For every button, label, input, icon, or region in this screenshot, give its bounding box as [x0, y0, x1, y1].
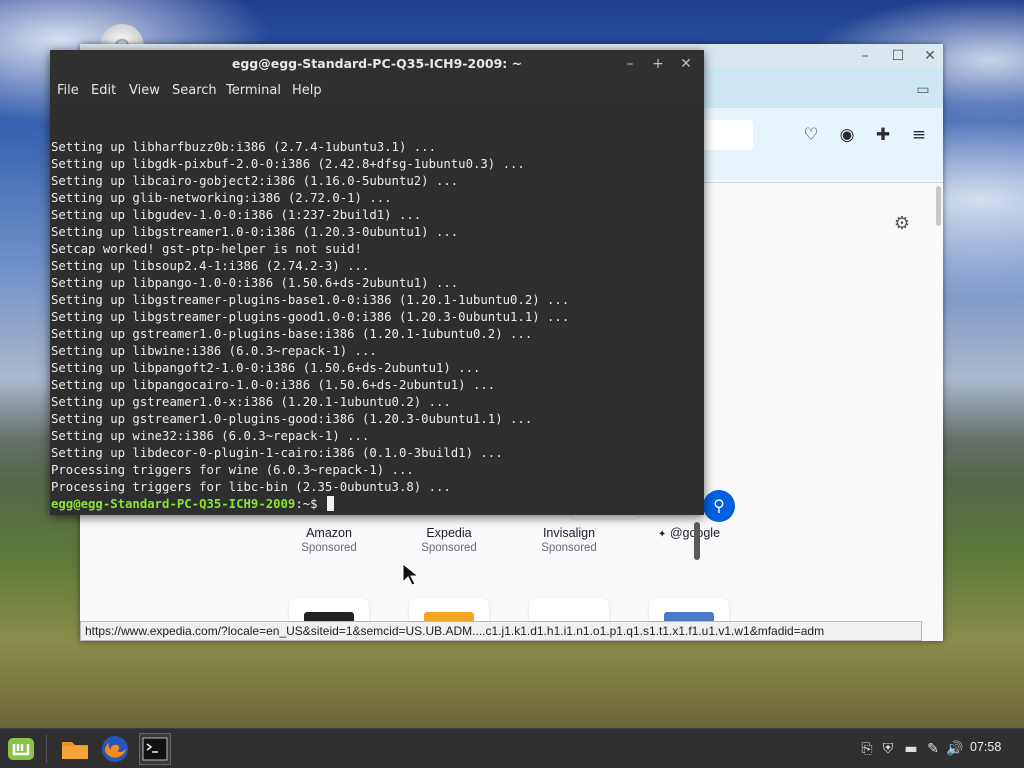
menu-search[interactable]: Search	[172, 83, 217, 98]
menu-edit[interactable]: Edit	[91, 83, 116, 98]
terminal-scrollbar[interactable]	[694, 522, 700, 560]
terminal-maximize-icon[interactable]: +	[648, 54, 668, 74]
terminal-line: Setting up gstreamer1.0-x:i386 (1.20.1-1…	[51, 395, 451, 409]
terminal-output: Setting up libharfbuzz0b:i386 (2.7.4-1ub…	[51, 105, 569, 547]
terminal-line: Setting up libgstreamer1.0-0:i386 (1.20.…	[51, 225, 459, 239]
terminal-line: Setting up libpangoft2-1.0-0:i386 (1.50.…	[51, 361, 481, 375]
browser-close-icon[interactable]: ✕	[920, 46, 940, 66]
terminal-title[interactable]: egg@egg-Standard-PC-Q35-ICH9-2009: ~	[50, 50, 704, 78]
shield-icon[interactable]: ⛨	[879, 740, 897, 758]
terminal-line: Setting up libdecor-0-plugin-1-cairo:i38…	[51, 446, 503, 460]
menu-hamburger-icon[interactable]: ≡	[908, 124, 930, 146]
pen-icon[interactable]: ✎	[924, 740, 942, 758]
mouse-pointer-icon	[402, 563, 420, 586]
terminal-line: Setting up libharfbuzz0b:i386 (2.7.4-1ub…	[51, 140, 436, 154]
shortcut-label-google[interactable]: ✦ @google	[629, 526, 749, 540]
terminal-line: Setting up libcairo-gobject2:i386 (1.16.…	[51, 174, 459, 188]
terminal-line: Processing triggers for libc-bin (2.35-0…	[51, 480, 451, 494]
terminal-window: egg@egg-Standard-PC-Q35-ICH9-2009: ~ – +…	[50, 50, 704, 560]
terminal-prompt[interactable]: egg@egg-Standard-PC-Q35-ICH9-2009:~$	[51, 496, 569, 513]
terminal-minimize-icon[interactable]: –	[620, 54, 640, 74]
mint-menu-icon[interactable]	[5, 733, 37, 765]
files-icon[interactable]	[59, 733, 91, 765]
pin-icon: ✦	[657, 529, 667, 540]
terminal-line: Setting up libgdk-pixbuf-2.0-0:i386 (2.4…	[51, 157, 525, 171]
newtab-settings-gear-icon[interactable]: ⚙	[892, 214, 912, 234]
terminal-line: Setting up glib-networking:i386 (2.72.0-…	[51, 191, 392, 205]
link-status-url: https://www.expedia.com/?locale=en_US&si…	[80, 621, 922, 641]
network-icon[interactable]: ▬	[902, 740, 920, 758]
taskbar: ⎘ ⛨ ▬ ✎ 🔊 07:58	[0, 728, 1024, 768]
terminal-line: Setcap worked! gst-ptp-helper is not sui…	[51, 242, 362, 256]
terminal-menubar: File Edit View Search Terminal Help	[50, 78, 704, 104]
account-icon[interactable]: ◉	[836, 124, 858, 146]
terminal-icon[interactable]	[139, 733, 171, 765]
terminal-line: Setting up libpango-1.0-0:i386 (1.50.6+d…	[51, 276, 459, 290]
extensions-icon[interactable]: ✚	[872, 124, 894, 146]
terminal-close-icon[interactable]: ✕	[676, 54, 696, 74]
browser-scrollbar[interactable]	[936, 186, 941, 226]
terminal-line: Setting up wine32:i386 (6.0.3~repack-1) …	[51, 429, 370, 443]
menu-terminal[interactable]: Terminal	[226, 83, 281, 98]
terminal-line: Setting up libgstreamer-plugins-good1.0-…	[51, 310, 570, 324]
text-cursor	[326, 496, 334, 511]
terminal-screen[interactable]: Setting up libharfbuzz0b:i386 (2.7.4-1ub…	[50, 104, 704, 560]
prompt-user-host: egg@egg-Standard-PC-Q35-ICH9-2009	[51, 497, 296, 511]
volume-icon[interactable]: 🔊	[946, 740, 964, 758]
terminal-line: Setting up libgstreamer-plugins-base1.0-…	[51, 293, 570, 307]
terminal-line: Setting up gstreamer1.0-plugins-good:i38…	[51, 412, 533, 426]
browser-minimize-icon[interactable]: –	[855, 46, 875, 66]
pocket-icon[interactable]: ♡	[800, 124, 822, 146]
search-icon[interactable]: ⚲	[703, 490, 735, 522]
taskbar-separator	[46, 735, 47, 763]
terminal-line: Setting up libwine:i386 (6.0.3~repack-1)…	[51, 344, 377, 358]
terminal-line: Setting up gstreamer1.0-plugins-base:i38…	[51, 327, 533, 341]
terminal-line: Setting up libgudev-1.0-0:i386 (1:237-2b…	[51, 208, 422, 222]
clipboard-icon[interactable]: ⎘	[858, 740, 876, 758]
menu-help[interactable]: Help	[292, 83, 322, 98]
folder-icon[interactable]: ▭	[913, 80, 933, 100]
menu-view[interactable]: View	[129, 83, 160, 98]
terminal-line: Setting up libpangocairo-1.0-0:i386 (1.5…	[51, 378, 496, 392]
browser-maximize-icon[interactable]: ☐	[888, 46, 908, 66]
terminal-line: Setting up libsoup2.4-1:i386 (2.74.2-3) …	[51, 259, 370, 273]
menu-file[interactable]: File	[57, 83, 79, 98]
terminal-line: Processing triggers for wine (6.0.3~repa…	[51, 463, 414, 477]
firefox-icon[interactable]	[99, 733, 131, 765]
clock[interactable]: 07:58	[970, 740, 1001, 754]
prompt-path: :~$	[295, 497, 325, 511]
